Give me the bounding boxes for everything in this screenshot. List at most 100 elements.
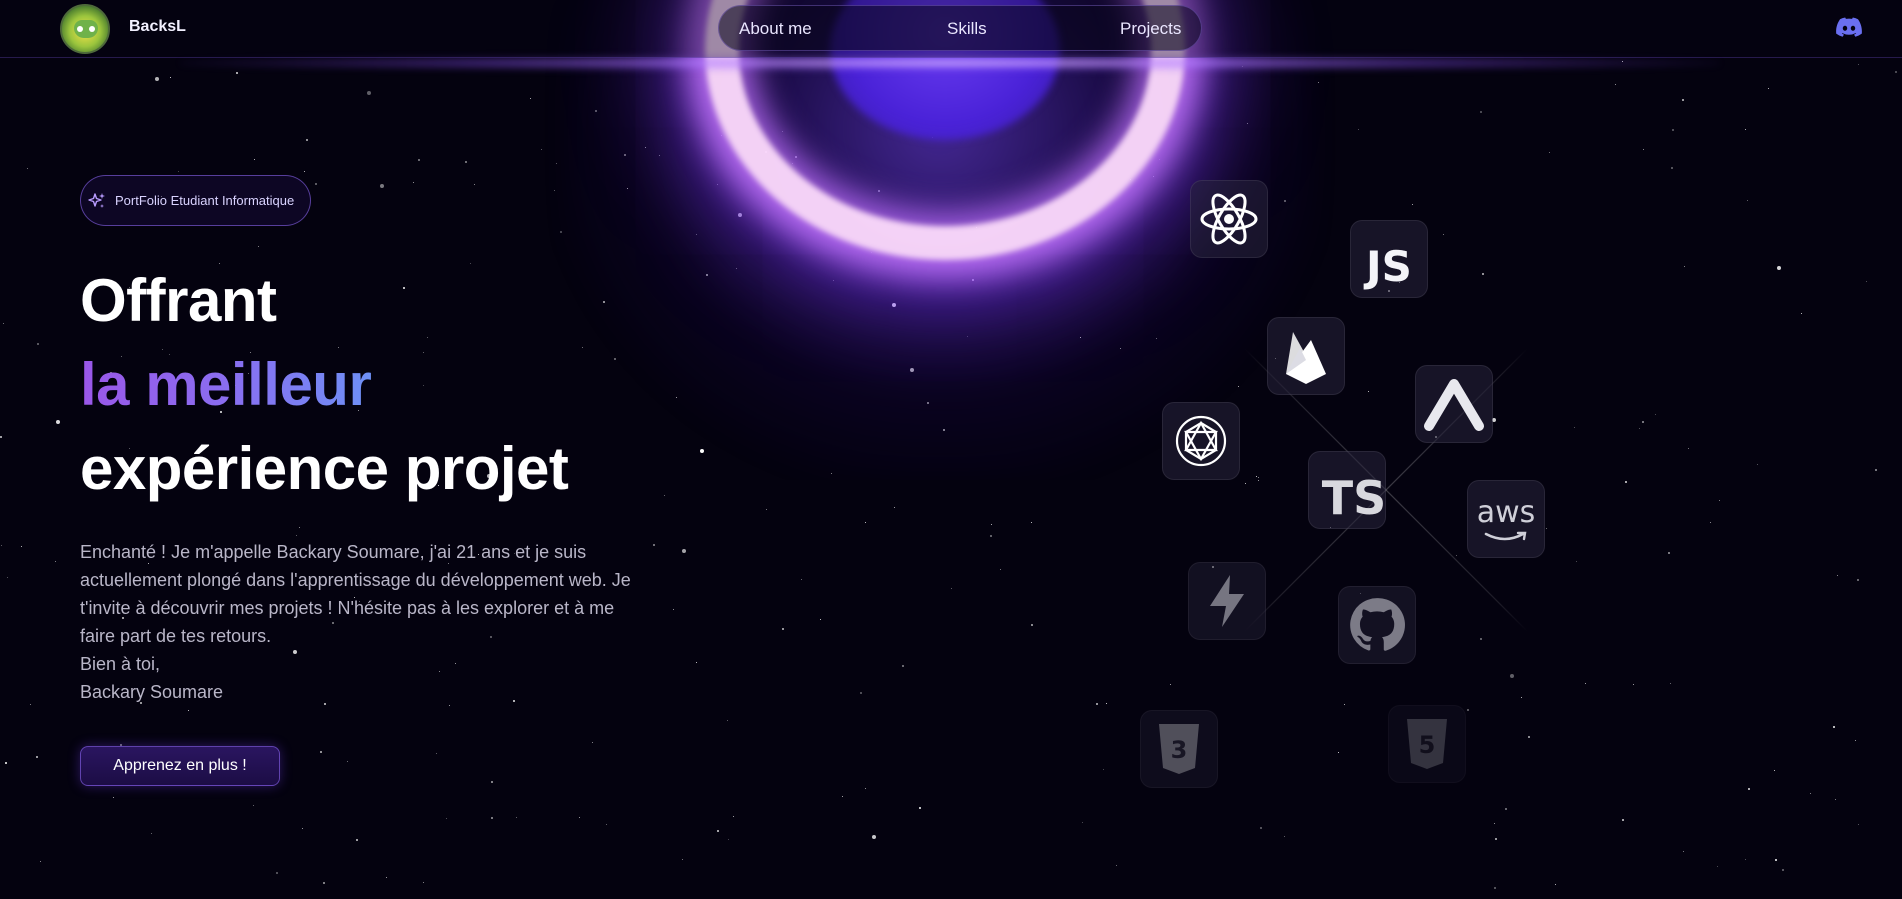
star xyxy=(1895,71,1897,73)
star xyxy=(820,619,821,620)
star xyxy=(676,397,677,398)
star xyxy=(1858,64,1859,65)
star xyxy=(700,449,704,453)
star xyxy=(765,151,767,153)
github-icon[interactable] xyxy=(1338,586,1416,664)
star xyxy=(659,155,660,156)
star xyxy=(427,337,428,338)
expo-icon[interactable] xyxy=(1415,365,1493,443)
star xyxy=(219,263,220,264)
star xyxy=(380,184,384,188)
description-line: faire part de tes retours. xyxy=(80,626,272,646)
star xyxy=(474,184,475,185)
star xyxy=(491,781,493,783)
star xyxy=(792,163,793,164)
logo[interactable] xyxy=(60,4,110,54)
star xyxy=(972,279,974,281)
star xyxy=(254,159,255,160)
star xyxy=(276,872,278,874)
star xyxy=(516,817,517,818)
star xyxy=(831,473,832,474)
react-icon[interactable] xyxy=(1190,180,1268,258)
javascript-label: JS xyxy=(1366,241,1412,291)
star xyxy=(1745,129,1746,130)
star xyxy=(795,156,797,158)
star xyxy=(1242,66,1243,67)
html5-icon[interactable]: 5 xyxy=(1388,705,1466,783)
brand-name[interactable]: BacksL xyxy=(129,18,186,36)
star xyxy=(706,274,708,276)
star xyxy=(1260,827,1262,829)
star xyxy=(871,252,872,253)
star xyxy=(910,368,914,372)
learn-more-button[interactable]: Apprenez en plus ! xyxy=(80,746,280,786)
star xyxy=(302,828,303,829)
star xyxy=(56,420,60,424)
star xyxy=(927,402,929,404)
star xyxy=(423,882,424,883)
star xyxy=(721,135,722,136)
star xyxy=(1801,313,1802,314)
nav-item-about-me[interactable]: About me xyxy=(739,19,812,39)
star xyxy=(37,343,39,345)
star xyxy=(696,662,697,663)
star xyxy=(1495,838,1497,840)
openai-icon[interactable] xyxy=(1162,402,1240,480)
star xyxy=(860,692,862,694)
star xyxy=(470,263,471,264)
css3-icon[interactable]: 3 xyxy=(1140,710,1218,788)
star xyxy=(592,742,593,743)
star xyxy=(902,665,904,667)
star xyxy=(0,436,2,438)
star xyxy=(1622,61,1623,62)
star xyxy=(603,301,605,303)
firebase-icon[interactable] xyxy=(1267,317,1345,395)
star xyxy=(320,751,322,753)
star xyxy=(403,287,405,289)
star xyxy=(1745,859,1746,860)
star xyxy=(967,69,969,71)
star xyxy=(1000,569,1001,570)
aws-label: aws xyxy=(1476,494,1536,530)
star xyxy=(1480,111,1482,113)
star xyxy=(36,756,38,758)
star xyxy=(1,545,2,546)
star xyxy=(682,859,683,860)
skills-orbit: JS TS aws 3 5 xyxy=(1060,150,1780,790)
javascript-icon[interactable]: JS xyxy=(1350,220,1428,298)
star xyxy=(782,628,784,630)
hero-title-line-1: Offrant xyxy=(80,267,277,334)
star xyxy=(1247,123,1248,124)
typescript-label: TS xyxy=(1321,471,1387,525)
star xyxy=(1622,819,1624,821)
star xyxy=(842,796,843,797)
star xyxy=(1031,624,1033,626)
star xyxy=(1768,88,1769,89)
hero-title-line-2: la meilleur xyxy=(80,351,372,418)
star xyxy=(253,805,254,806)
star xyxy=(423,385,424,386)
star xyxy=(418,159,420,161)
star xyxy=(304,171,305,172)
hero-title-line-3: expérience projet xyxy=(80,435,569,502)
star xyxy=(5,762,7,764)
nav-item-projects[interactable]: Projects xyxy=(1120,19,1181,39)
star xyxy=(614,358,616,360)
discord-icon[interactable] xyxy=(1836,16,1862,38)
star xyxy=(606,824,607,825)
typescript-icon[interactable]: TS xyxy=(1308,451,1386,529)
aws-icon[interactable]: aws xyxy=(1467,480,1545,558)
star xyxy=(919,807,921,809)
supabase-icon[interactable] xyxy=(1188,562,1266,640)
star xyxy=(727,720,728,721)
star xyxy=(1082,822,1083,823)
star xyxy=(27,168,28,169)
description-line: Bien à toi, xyxy=(80,654,161,674)
nav-item-skills[interactable]: Skills xyxy=(947,19,987,39)
star xyxy=(1833,726,1835,728)
star xyxy=(423,352,424,353)
star xyxy=(717,830,719,832)
star xyxy=(7,577,8,578)
star xyxy=(40,861,41,862)
star xyxy=(932,137,933,138)
